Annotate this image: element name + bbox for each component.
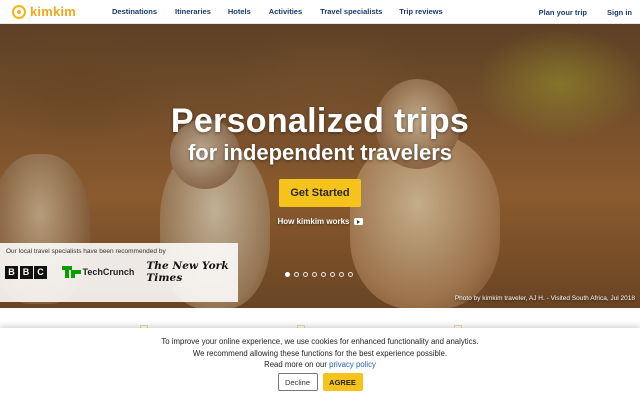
carousel-dots: [285, 272, 357, 277]
nav-right: Plan your trip Sign in: [519, 0, 632, 24]
logo-text: kimkim: [30, 4, 77, 19]
cookie-message: To improve your online experience, we us…: [0, 328, 640, 371]
carousel-dot[interactable]: [330, 272, 335, 277]
feature-icon: [297, 320, 327, 333]
carousel-dot[interactable]: [321, 272, 326, 277]
carousel-dot[interactable]: [294, 272, 299, 277]
carousel-dot[interactable]: [348, 272, 353, 277]
video-play-icon: [353, 218, 363, 225]
plan-trip-link[interactable]: Plan your trip: [539, 8, 587, 17]
nav-links: Destinations Itineraries Hotels Activiti…: [100, 7, 443, 16]
logo-icon: [12, 4, 26, 19]
photo-credit: Photo by kimkim traveler, AJ H. - Visite…: [454, 295, 635, 302]
bbc-letter: B: [5, 265, 18, 279]
bbc-letter: C: [34, 265, 47, 279]
cookie-actions: Decline AGREE: [0, 373, 640, 391]
carousel-dot[interactable]: [303, 272, 308, 277]
nav-link-destinations[interactable]: Destinations: [112, 7, 157, 16]
feature-icon: [454, 320, 484, 333]
feature-icon: [140, 320, 170, 333]
how-it-works-link[interactable]: How kimkim works: [0, 217, 640, 226]
nav-link-travel-specialists[interactable]: Travel specialists: [320, 7, 382, 16]
techcrunch-logo: TechCrunch: [61, 266, 135, 278]
features-strip: [0, 308, 640, 333]
cookie-line: To improve your online experience, we us…: [161, 337, 479, 346]
decline-button[interactable]: Decline: [277, 373, 318, 391]
press-logos: B B C TechCrunch The New York Times: [5, 260, 238, 284]
top-nav: kimkim Destinations Itineraries Hotels A…: [0, 0, 640, 24]
logo[interactable]: kimkim: [12, 4, 100, 19]
carousel-dot[interactable]: [312, 272, 317, 277]
techcrunch-name: TechCrunch: [82, 267, 135, 277]
carousel-dot[interactable]: [285, 272, 290, 277]
how-it-works-label: How kimkim works: [277, 217, 350, 226]
nav-link-trip-reviews[interactable]: Trip reviews: [399, 7, 442, 16]
cookie-line: We recommend allowing these functions fo…: [192, 348, 448, 358]
sign-in-link[interactable]: Sign in: [607, 8, 632, 17]
hero-banner: Personalized trips for independent trave…: [0, 24, 640, 308]
get-started-button[interactable]: Get Started: [279, 179, 361, 207]
privacy-policy-link[interactable]: privacy policy: [329, 360, 376, 369]
bbc-logo: B B C: [5, 265, 49, 279]
nav-link-activities[interactable]: Activities: [269, 7, 302, 16]
agree-button[interactable]: AGREE: [322, 373, 363, 391]
carousel-dot[interactable]: [339, 272, 344, 277]
cookie-banner: To improve your online experience, we us…: [0, 328, 640, 400]
cookie-line-prefix: Read more on our: [264, 360, 330, 369]
hero-title: Personalized trips: [170, 102, 470, 140]
bbc-letter: B: [19, 265, 33, 279]
nav-link-itineraries[interactable]: Itineraries: [175, 7, 211, 16]
nav-link-hotels[interactable]: Hotels: [228, 7, 251, 16]
hero-subtitle: for independent travelers: [187, 140, 453, 165]
press-panel: Our local travel specialists have been r…: [0, 243, 238, 302]
nyt-logo: The New York Times: [146, 260, 229, 284]
techcrunch-icon: [61, 266, 81, 278]
press-label: Our local travel specialists have been r…: [6, 248, 166, 255]
cookie-line: Read more on our privacy policy: [0, 359, 640, 371]
